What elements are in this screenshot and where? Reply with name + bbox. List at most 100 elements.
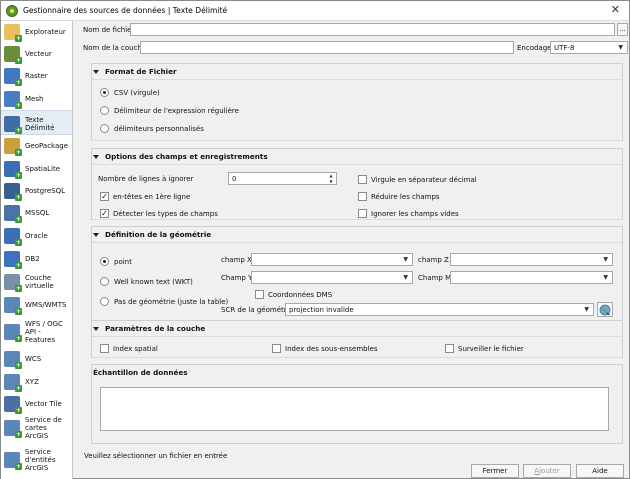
source-type-icon: + xyxy=(4,396,22,414)
y-field-select[interactable]: ▼ xyxy=(251,271,413,284)
detect-types-label: Détecter les types de champs xyxy=(113,210,218,218)
file-format-header[interactable]: Format de Fichier xyxy=(93,67,177,76)
close-window-button[interactable]: ✕ xyxy=(611,3,620,16)
sidebar-item-5[interactable]: + GeoPackage xyxy=(1,135,72,157)
sidebar-item-label: WMS/WMTS xyxy=(25,301,67,309)
x-field-label: champ X xyxy=(221,256,252,264)
sidebar-item-label: Vector Tile xyxy=(25,400,62,408)
dms-checkbox[interactable] xyxy=(255,290,264,299)
trim-fields-checkbox[interactable] xyxy=(358,192,367,201)
discard-empty-checkbox[interactable] xyxy=(358,209,367,218)
source-type-icon: + xyxy=(4,351,22,369)
sidebar-item-0[interactable]: + Explorateur xyxy=(1,21,72,43)
format-csv-radio[interactable] xyxy=(100,88,109,97)
source-type-icon: + xyxy=(4,138,22,156)
add-plus-icon: + xyxy=(15,362,22,369)
source-type-icon: + xyxy=(4,324,22,342)
collapse-triangle-icon xyxy=(93,327,99,331)
sidebar-item-13[interactable]: + WFS / OGC API - Features xyxy=(1,317,72,347)
sidebar-item-15[interactable]: + XYZ xyxy=(1,371,72,393)
geom-none-radio[interactable] xyxy=(100,297,109,306)
sidebar-item-18[interactable]: + Service d'entités ArcGIS xyxy=(1,442,72,478)
add-plus-icon: + xyxy=(15,239,22,246)
watch-file-checkbox[interactable] xyxy=(445,344,454,353)
subset-index-checkbox[interactable] xyxy=(272,344,281,353)
sidebar-item-3[interactable]: + Mesh xyxy=(1,88,72,110)
m-field-select[interactable]: ▼ xyxy=(450,271,613,284)
file-format-body: CSV (virgule) Délimiteur de l'expression… xyxy=(92,79,622,141)
format-regex-radio[interactable] xyxy=(100,106,109,115)
format-custom-radio[interactable] xyxy=(100,124,109,133)
sidebar-item-label: PostgreSQL xyxy=(25,187,65,195)
help-button[interactable]: Aide xyxy=(576,464,624,478)
field-options-body: Nombre de lignes à ignorer 0 ▲ ▼ ✓ en-tê… xyxy=(92,164,622,220)
spin-down-icon[interactable]: ▼ xyxy=(327,179,335,184)
sidebar-item-9[interactable]: + Oracle xyxy=(1,225,72,247)
layer-name-input[interactable] xyxy=(140,41,514,54)
sidebar-item-8[interactable]: + MSSQL xyxy=(1,202,72,224)
chevron-down-icon: ▼ xyxy=(403,274,408,281)
detect-types-checkbox[interactable]: ✓ xyxy=(100,209,109,218)
sidebar-item-label: Mesh xyxy=(25,95,44,103)
close-button[interactable]: Fermer xyxy=(471,464,519,478)
z-field-label: champ Z xyxy=(418,256,449,264)
add-button[interactable]: Ajouter xyxy=(523,464,571,478)
add-plus-icon: + xyxy=(15,216,22,223)
add-plus-icon: + xyxy=(15,262,22,269)
watch-file-label: Surveiller le fichier xyxy=(458,345,524,353)
geom-wkt-radio[interactable] xyxy=(100,277,109,286)
y-field-label: Champ Y xyxy=(221,274,253,282)
globe-icon xyxy=(599,304,611,316)
layer-settings-group: Paramètres de la couche Index spatial In… xyxy=(91,320,623,358)
sidebar-item-6[interactable]: + SpatiaLite xyxy=(1,158,72,180)
source-type-icon: + xyxy=(4,274,22,292)
source-type-icon: + xyxy=(4,251,22,269)
source-type-icon: + xyxy=(4,205,22,223)
layer-settings-header[interactable]: Paramètres de la couche xyxy=(93,324,205,333)
skip-lines-value: 0 xyxy=(232,175,237,183)
sidebar-item-4[interactable]: + Texte Délimité xyxy=(1,110,72,135)
geometry-header[interactable]: Définition de la géométrie xyxy=(93,230,211,239)
collapse-triangle-icon xyxy=(93,233,99,237)
browse-file-button[interactable]: ... xyxy=(617,23,628,36)
source-type-icon: + xyxy=(4,91,22,109)
add-plus-icon: + xyxy=(15,79,22,86)
m-field-label: Champ M xyxy=(418,274,452,282)
sidebar-item-14[interactable]: + WCS xyxy=(1,348,72,370)
crs-label: SCR de la géométrie xyxy=(221,306,293,314)
decimal-comma-checkbox[interactable] xyxy=(358,175,367,184)
add-plus-icon: + xyxy=(15,431,22,438)
sidebar-item-17[interactable]: + Service de cartes ArcGIS xyxy=(1,415,72,441)
sidebar-item-11[interactable]: + Couche virtuelle xyxy=(1,270,72,294)
geom-point-radio[interactable] xyxy=(100,257,109,266)
chevron-down-icon: ▼ xyxy=(603,274,608,281)
sidebar-item-label: Vecteur xyxy=(25,50,52,58)
skip-lines-spinbox[interactable]: 0 ▲ ▼ xyxy=(228,172,337,185)
sidebar-item-label: Texte Délimité xyxy=(25,115,55,132)
encoding-select[interactable]: UTF-8 ▼ xyxy=(550,41,628,54)
file-name-input[interactable] xyxy=(130,23,615,36)
collapse-triangle-icon xyxy=(93,155,99,159)
z-field-select[interactable]: ▼ xyxy=(450,253,613,266)
add-plus-icon: + xyxy=(15,463,22,470)
sidebar-item-1[interactable]: + Vecteur xyxy=(1,43,72,65)
source-type-icon: + xyxy=(4,46,22,64)
crs-select[interactable]: projection invalide ▼ xyxy=(285,303,594,316)
sidebar-item-7[interactable]: + PostgreSQL xyxy=(1,180,72,202)
headers-checkbox[interactable]: ✓ xyxy=(100,192,109,201)
sidebar-item-12[interactable]: + WMS/WMTS xyxy=(1,294,72,316)
subset-index-label: Index des sous-ensembles xyxy=(285,345,378,353)
sidebar-item-2[interactable]: + Raster xyxy=(1,65,72,87)
headers-label: en-têtes en 1ère ligne xyxy=(113,193,191,201)
sidebar-item-16[interactable]: + Vector Tile xyxy=(1,393,72,415)
source-type-icon: + xyxy=(4,420,22,438)
x-field-select[interactable]: ▼ xyxy=(251,253,413,266)
format-csv-label: CSV (virgule) xyxy=(114,89,160,97)
sample-data-table[interactable] xyxy=(100,387,609,431)
source-type-icon: + xyxy=(4,24,22,42)
spin-up-icon[interactable]: ▲ xyxy=(327,173,335,178)
spatial-index-checkbox[interactable] xyxy=(100,344,109,353)
field-options-header[interactable]: Options des champs et enregistrements xyxy=(93,152,268,161)
sidebar-item-10[interactable]: + DB2 xyxy=(1,248,72,270)
crs-selector-button[interactable] xyxy=(597,302,613,317)
